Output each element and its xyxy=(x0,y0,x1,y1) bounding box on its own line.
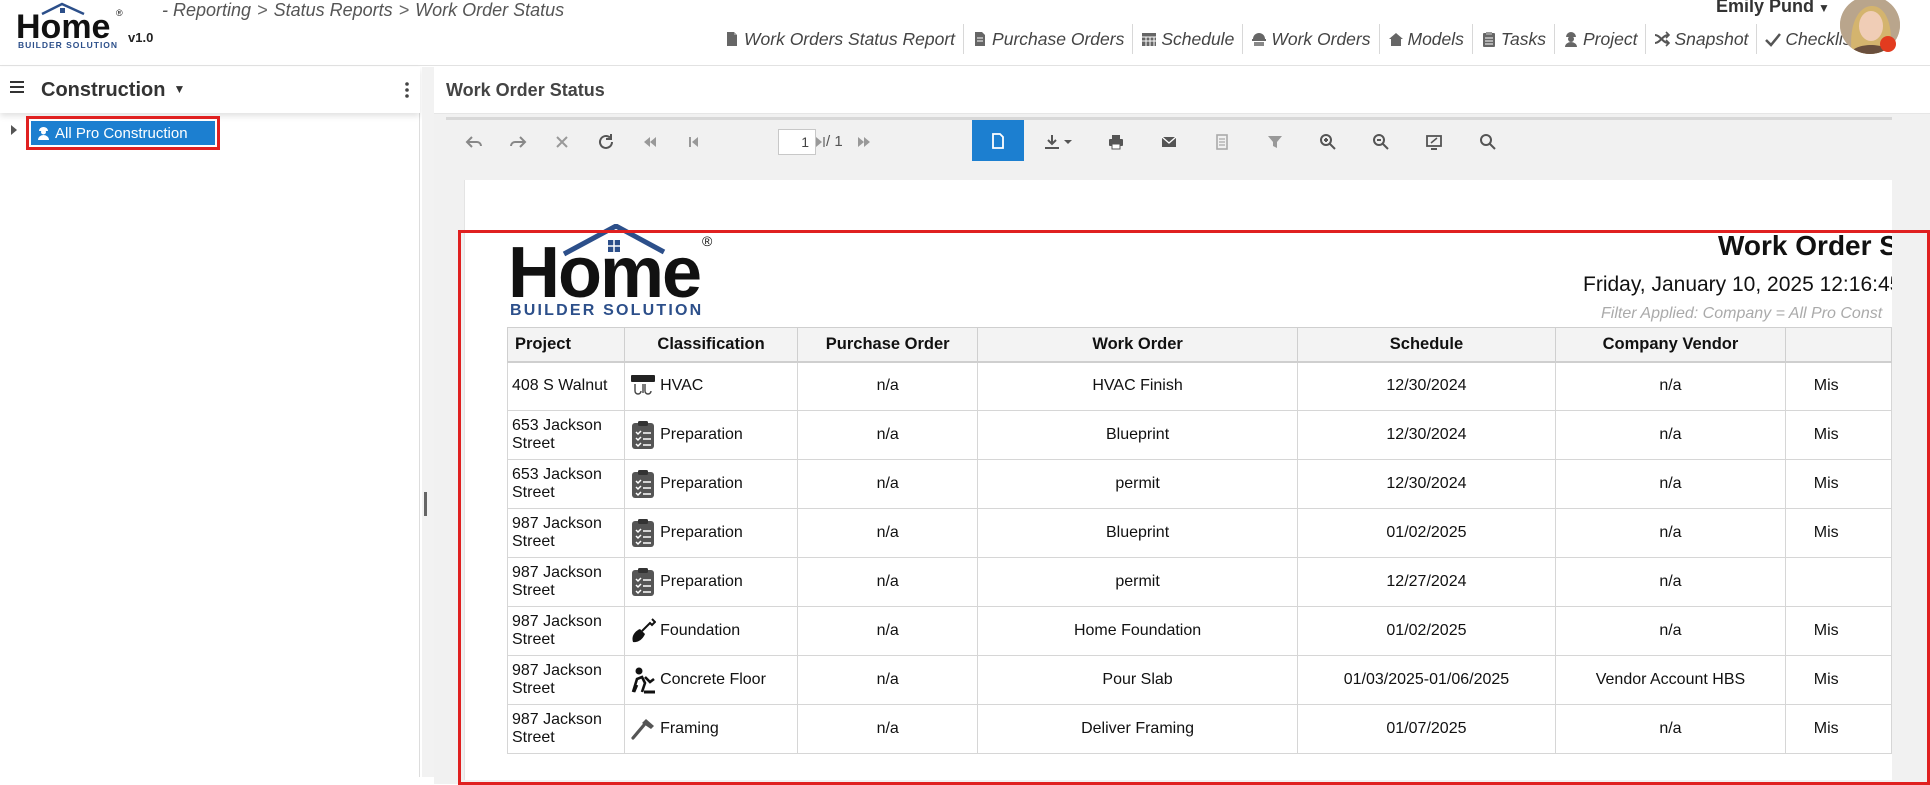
last-page-icon xyxy=(858,137,870,147)
first-page-button[interactable] xyxy=(630,123,670,161)
next-page-button[interactable] xyxy=(800,123,840,161)
search-button[interactable] xyxy=(1468,123,1508,161)
fit-window-icon xyxy=(1426,135,1442,150)
viewer-toolbar: / 1 xyxy=(446,117,1892,161)
caret-down-icon xyxy=(1064,140,1072,144)
print-icon xyxy=(1109,135,1123,150)
prev-page-button[interactable] xyxy=(674,123,714,161)
bookmarks-button[interactable] xyxy=(1202,123,1242,161)
search-icon xyxy=(1480,134,1496,150)
prev-page-icon xyxy=(689,137,698,147)
single-page-button[interactable] xyxy=(972,120,1024,161)
last-page-button[interactable] xyxy=(844,123,884,161)
filter-icon xyxy=(1268,136,1282,148)
zoom-out-button[interactable] xyxy=(1361,123,1401,161)
zoom-in-icon xyxy=(1320,134,1336,150)
close-button[interactable] xyxy=(542,123,582,161)
single-page-icon xyxy=(992,132,1004,149)
undo-icon xyxy=(465,136,482,148)
filter-button[interactable] xyxy=(1255,123,1295,161)
fit-window-button[interactable] xyxy=(1414,123,1454,161)
print-button[interactable] xyxy=(1096,123,1136,161)
next-page-icon xyxy=(816,137,825,147)
redo-icon xyxy=(510,136,527,148)
first-page-icon xyxy=(644,137,656,147)
download-dropdown[interactable] xyxy=(1058,123,1078,161)
email-button[interactable] xyxy=(1149,123,1189,161)
redo-button[interactable] xyxy=(498,123,538,161)
undo-button[interactable] xyxy=(454,123,494,161)
refresh-button[interactable] xyxy=(586,123,626,161)
email-icon xyxy=(1161,136,1177,147)
close-icon xyxy=(556,136,568,148)
bookmarks-icon xyxy=(1216,134,1228,150)
zoom-in-button[interactable] xyxy=(1308,123,1348,161)
refresh-icon xyxy=(599,134,613,149)
zoom-out-icon xyxy=(1373,134,1389,150)
report-highlight-box xyxy=(458,230,1930,785)
